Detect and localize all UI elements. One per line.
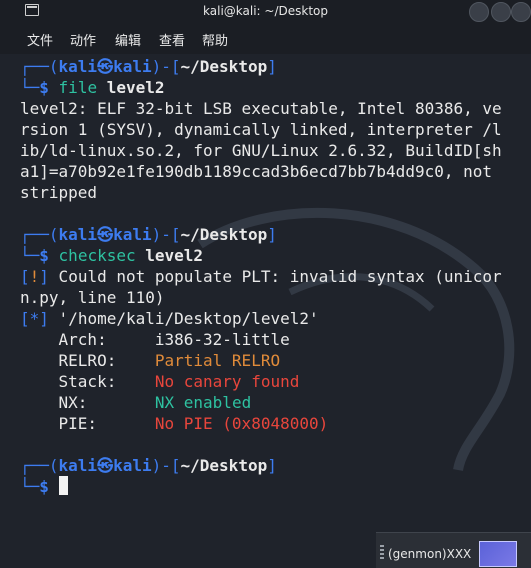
command-line-1: └─$ file level2 bbox=[20, 78, 165, 97]
window-title: kali@kali: ~/Desktop bbox=[203, 4, 328, 18]
output-line: stripped bbox=[20, 183, 98, 202]
output-line: a1]=a70b92e1fe190db1189ccad3b6ecd7bb7b4d… bbox=[20, 162, 493, 181]
warning-line: [!] Could not populate PLT: invalid synt… bbox=[20, 267, 502, 286]
command-line-3: └─$ bbox=[20, 476, 68, 497]
prompt-line-1: ┌──(kali㉿kali)-[~/Desktop] bbox=[20, 57, 277, 76]
menu-action[interactable]: 动作 bbox=[70, 30, 96, 49]
command-line-2: └─$ checksec level2 bbox=[20, 246, 204, 265]
check-nx: NX: NX enabled bbox=[58, 393, 252, 412]
menu-help[interactable]: 帮助 bbox=[202, 30, 228, 49]
warning-line-cont: n.py, line 110) bbox=[20, 288, 165, 307]
taskbar-panel: (genmon)XXX bbox=[376, 532, 531, 568]
title-bar: kali@kali: ~/Desktop bbox=[0, 0, 531, 24]
genmon-label[interactable]: (genmon)XXX bbox=[388, 547, 471, 561]
maximize-button[interactable] bbox=[491, 2, 511, 22]
text-cursor bbox=[58, 476, 68, 495]
menu-edit[interactable]: 编辑 bbox=[115, 30, 141, 49]
prompt-line-2: ┌──(kali㉿kali)-[~/Desktop] bbox=[20, 225, 277, 244]
check-pie: PIE: No PIE (0x8048000) bbox=[58, 414, 329, 433]
output-line: level2: ELF 32-bit LSB executable, Intel… bbox=[20, 99, 502, 118]
menu-view[interactable]: 查看 bbox=[159, 30, 185, 49]
prompt-line-3: ┌──(kali㉿kali)-[~/Desktop] bbox=[20, 456, 277, 475]
check-stack: Stack: No canary found bbox=[58, 372, 300, 391]
check-relro: RELRO: Partial RELRO bbox=[58, 351, 281, 370]
workspace-thumbnail[interactable] bbox=[479, 541, 517, 567]
output-line: ib/ld-linux.so.2, for GNU/Linux 2.6.32, … bbox=[20, 141, 502, 160]
output-line: rsion 1 (SYSV), dynamically linked, inte… bbox=[20, 120, 502, 139]
menu-bar: 文件 动作 编辑 查看 帮助 bbox=[0, 24, 531, 54]
menu-file[interactable]: 文件 bbox=[27, 30, 53, 49]
panel-drag-handle[interactable] bbox=[380, 545, 384, 561]
info-line: [*] '/home/kali/Desktop/level2' bbox=[20, 309, 319, 328]
check-arch: Arch: i386-32-little bbox=[58, 330, 290, 349]
close-button[interactable] bbox=[511, 2, 531, 22]
terminal-area[interactable]: ┌──(kali㉿kali)-[~/Desktop] └─$ file leve… bbox=[0, 54, 531, 567]
minimize-button[interactable] bbox=[469, 2, 489, 22]
